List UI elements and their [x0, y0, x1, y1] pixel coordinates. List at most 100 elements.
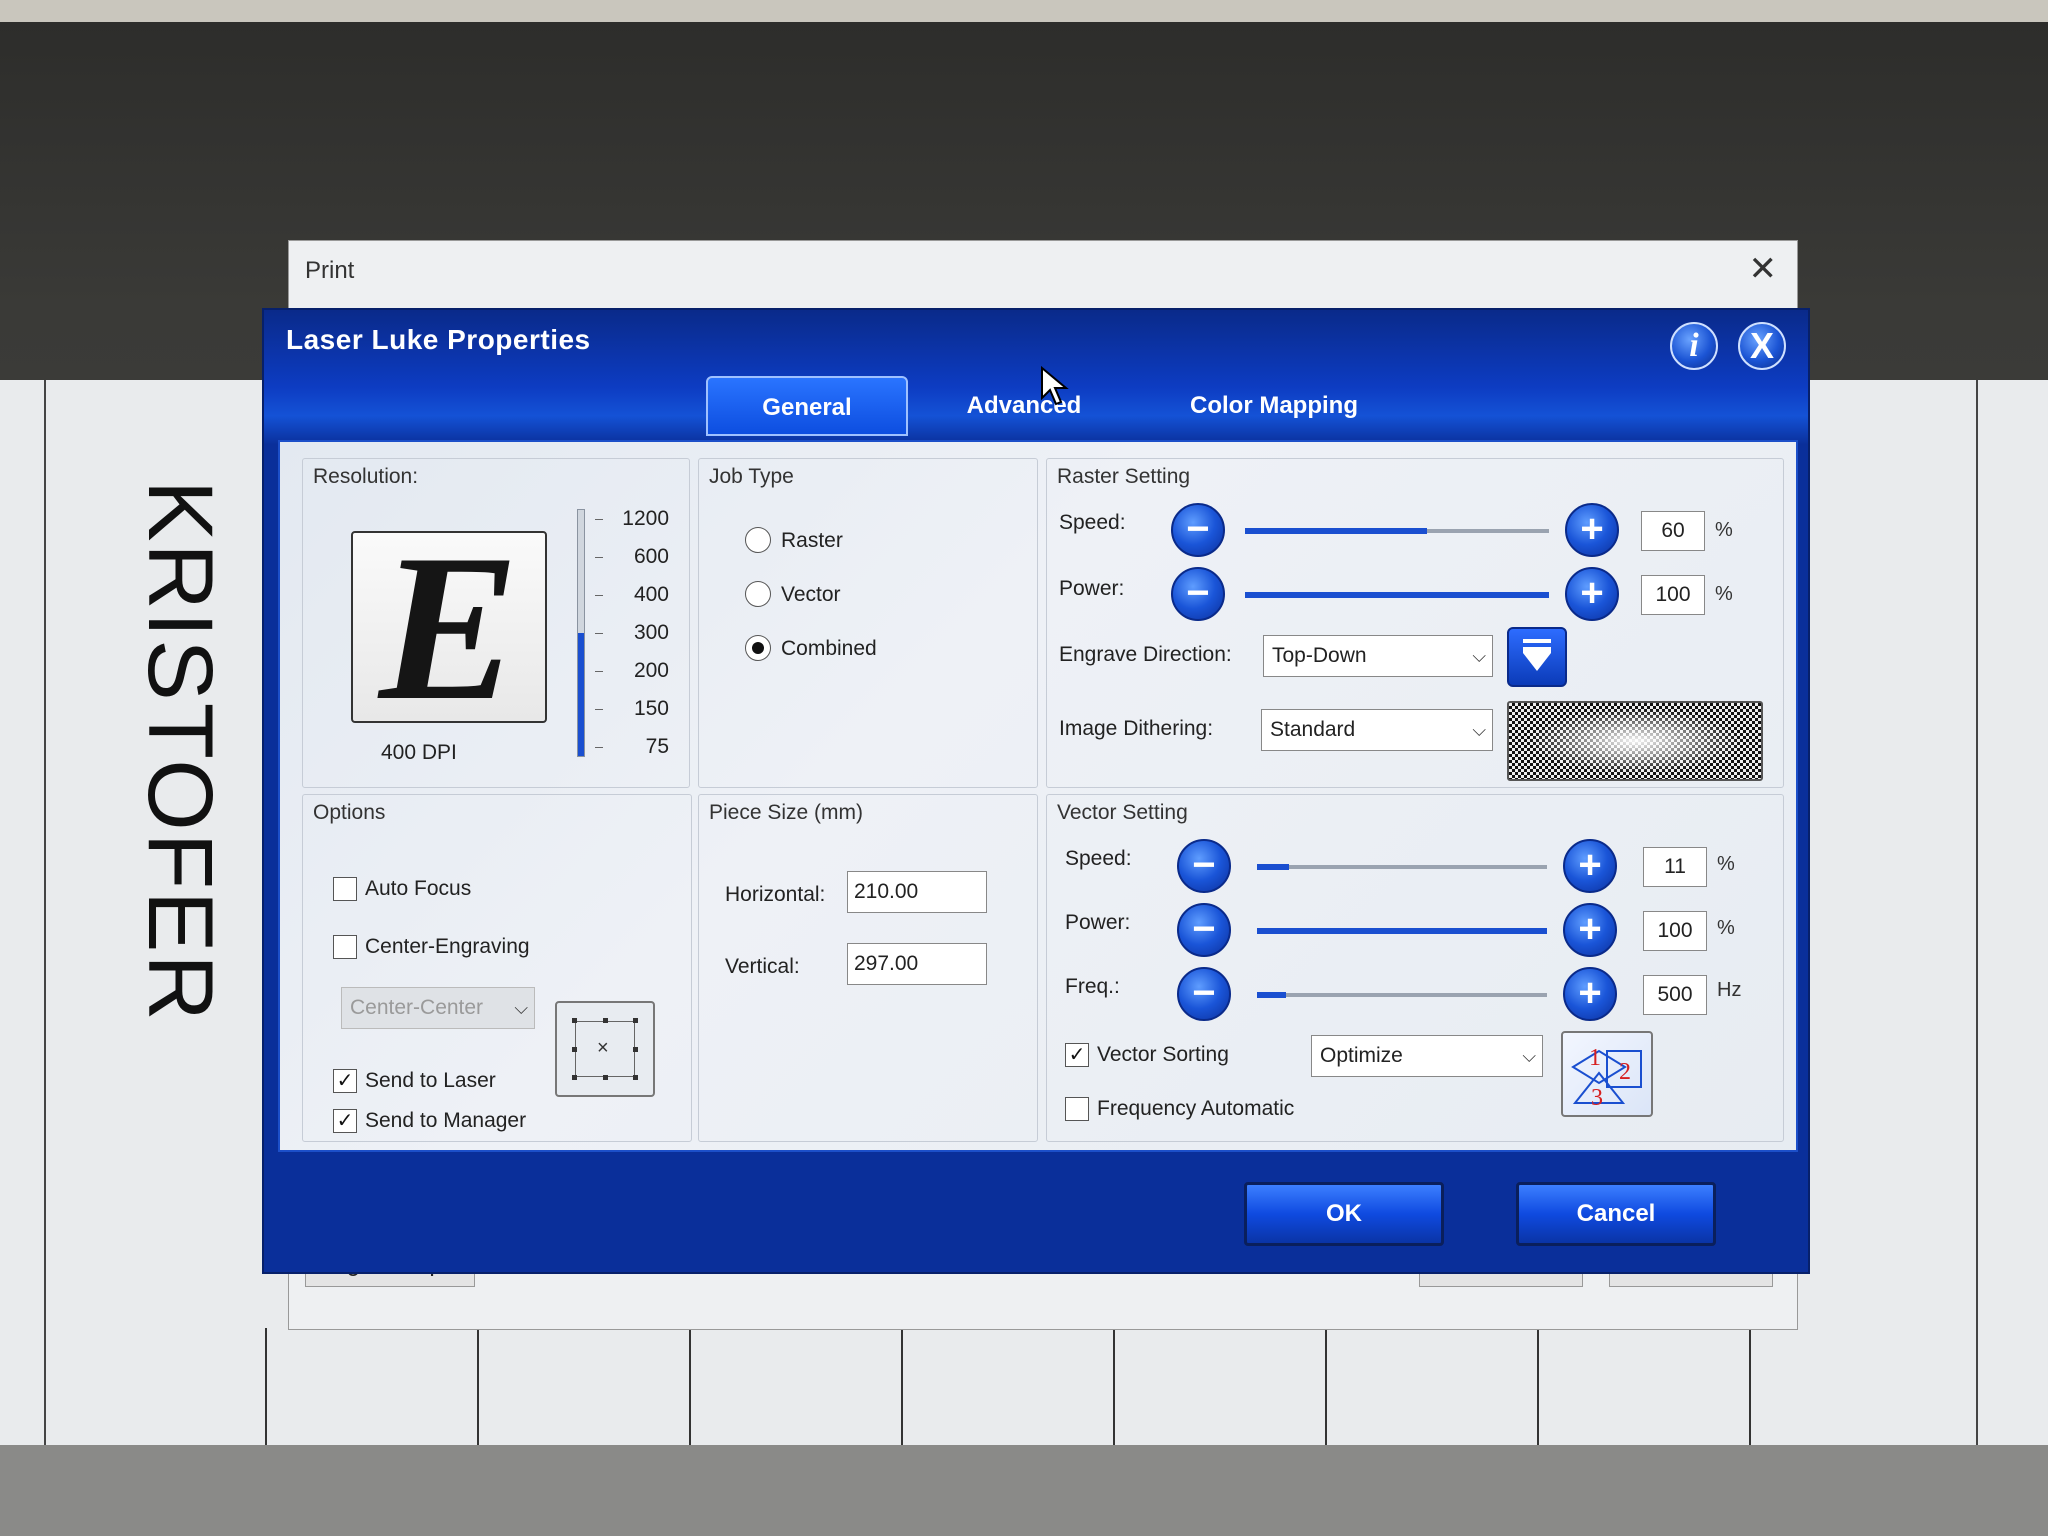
engraving-position-icon: ×	[555, 1001, 655, 1097]
combined-radio[interactable]	[745, 635, 771, 661]
raster-power-unit: %	[1715, 583, 1733, 605]
raster-setting-group: Raster Setting Speed: − + 60 % Power: − …	[1046, 458, 1784, 788]
vector-freq-unit: Hz	[1717, 979, 1742, 1001]
info-icon[interactable]: i	[1670, 322, 1718, 370]
vector-freq-minus-button[interactable]: −	[1177, 967, 1231, 1021]
vector-power-label: Power:	[1065, 911, 1131, 934]
raster-speed-plus-button[interactable]: +	[1565, 503, 1619, 557]
raster-power-slider[interactable]	[1245, 592, 1549, 598]
desktop-top-strip	[0, 0, 2048, 22]
tab-color-mapping[interactable]: Color Mapping	[1144, 376, 1404, 436]
vertical-size-input[interactable]: 297.00	[847, 943, 987, 985]
vector-speed-minus-button[interactable]: −	[1177, 839, 1231, 893]
raster-speed-input[interactable]: 60	[1641, 511, 1705, 551]
vector-power-unit: %	[1717, 917, 1735, 939]
tab-general[interactable]: General	[706, 376, 908, 436]
frequency-automatic-label: Frequency Automatic	[1097, 1097, 1295, 1120]
piece-size-group: Piece Size (mm) Horizontal: 210.00 Verti…	[698, 794, 1038, 1142]
vector-radio-label: Vector	[781, 583, 841, 606]
close-icon[interactable]: X	[1738, 322, 1786, 370]
tab-advanced[interactable]: Advanced	[924, 376, 1124, 436]
vector-power-plus-button[interactable]: +	[1563, 903, 1617, 957]
vector-sorting-checkbox[interactable]: ✓	[1065, 1043, 1089, 1067]
engrave-direction-label: Engrave Direction:	[1059, 643, 1232, 666]
horizontal-size-input[interactable]: 210.00	[847, 871, 987, 913]
vector-sorting-dropdown[interactable]: Optimize ⌵	[1311, 1035, 1543, 1077]
send-to-laser-checkbox[interactable]: ✓	[333, 1069, 357, 1093]
auto-focus-checkbox[interactable]	[333, 877, 357, 901]
chevron-down-icon: ⌵	[1472, 720, 1486, 740]
engrave-direction-value: Top-Down	[1272, 644, 1367, 667]
page-border-line	[44, 380, 46, 1450]
raster-speed-minus-button[interactable]: −	[1171, 503, 1225, 557]
vector-freq-plus-button[interactable]: +	[1563, 967, 1617, 1021]
print-dialog-close-icon[interactable]: ✕	[1749, 249, 1778, 289]
vector-speed-plus-button[interactable]: +	[1563, 839, 1617, 893]
print-dialog-title: Print	[305, 257, 355, 284]
raster-setting-label: Raster Setting	[1057, 465, 1191, 488]
piece-size-label: Piece Size (mm)	[709, 801, 864, 824]
raster-radio[interactable]	[745, 527, 771, 553]
vector-freq-input[interactable]: 500	[1643, 975, 1707, 1015]
frequency-automatic-checkbox[interactable]	[1065, 1097, 1089, 1121]
resolution-level: 600	[633, 545, 669, 568]
raster-power-label: Power:	[1059, 577, 1125, 600]
background-table-cells	[265, 1328, 1785, 1448]
image-dithering-dropdown[interactable]: Standard ⌵	[1261, 709, 1493, 751]
mouse-cursor-icon	[1040, 365, 1070, 413]
resolution-level: 400	[633, 583, 669, 606]
center-engraving-label: Center-Engraving	[365, 935, 530, 958]
sort-number-1: 1	[1589, 1045, 1601, 1071]
engrave-direction-dropdown[interactable]: Top-Down ⌵	[1263, 635, 1493, 677]
raster-speed-slider[interactable]	[1245, 528, 1549, 534]
vector-speed-slider[interactable]	[1257, 864, 1547, 870]
image-dithering-value: Standard	[1270, 718, 1356, 741]
resolution-label: Resolution:	[313, 465, 419, 488]
send-to-laser-label: Send to Laser	[365, 1069, 496, 1092]
general-panel: Resolution: E 400 DPI 1200 600 400 300 2…	[278, 440, 1798, 1152]
vertical-label: Vertical:	[725, 955, 800, 978]
cancel-button[interactable]: Cancel	[1516, 1182, 1716, 1246]
dialog-title: Laser Luke Properties	[286, 324, 591, 355]
center-position-dropdown[interactable]: Center-Center ⌵	[341, 987, 535, 1029]
resolution-logo-icon: E	[351, 523, 547, 733]
desktop-bottom	[0, 1445, 2048, 1536]
resolution-slider[interactable]	[577, 509, 585, 757]
job-type-label: Job Type	[709, 465, 794, 488]
vector-power-input[interactable]: 100	[1643, 911, 1707, 951]
engrave-direction-arrow-icon[interactable]	[1507, 627, 1567, 687]
resolution-level: 200	[633, 659, 669, 682]
resolution-level: 150	[633, 697, 669, 720]
vector-sorting-label: Vector Sorting	[1097, 1043, 1229, 1066]
ok-button[interactable]: OK	[1244, 1182, 1444, 1246]
chevron-down-icon: ⌵	[1522, 1046, 1536, 1066]
raster-power-input[interactable]: 100	[1641, 575, 1705, 615]
send-to-manager-checkbox[interactable]: ✓	[333, 1109, 357, 1133]
vector-power-slider[interactable]	[1257, 928, 1547, 934]
vector-speed-input[interactable]: 11	[1643, 847, 1707, 887]
raster-speed-label: Speed:	[1059, 511, 1126, 534]
sort-number-2: 2	[1619, 1059, 1631, 1085]
vector-power-minus-button[interactable]: −	[1177, 903, 1231, 957]
vector-setting-group: Vector Setting Speed: − + 11 % Power: − …	[1046, 794, 1784, 1142]
background-document-text: KRISTOFER	[129, 480, 231, 1023]
raster-power-plus-button[interactable]: +	[1565, 567, 1619, 621]
vector-sorting-value: Optimize	[1320, 1044, 1403, 1067]
vector-freq-label: Freq.:	[1065, 975, 1120, 998]
page-border-line	[1976, 380, 1978, 1450]
laser-properties-dialog: Laser Luke Properties i X General Advanc…	[262, 308, 1810, 1274]
resolution-level: 75	[645, 735, 669, 758]
image-dithering-label: Image Dithering:	[1059, 717, 1214, 740]
center-position-value: Center-Center	[350, 996, 484, 1019]
options-group: Options Auto Focus Center-Engraving Cent…	[302, 794, 692, 1142]
job-type-group: Job Type Raster Vector Combined	[698, 458, 1038, 788]
center-engraving-checkbox[interactable]	[333, 935, 357, 959]
vector-radio[interactable]	[745, 581, 771, 607]
combined-radio-label: Combined	[781, 637, 877, 660]
raster-power-minus-button[interactable]: −	[1171, 567, 1225, 621]
horizontal-label: Horizontal:	[725, 883, 826, 906]
vector-speed-unit: %	[1717, 853, 1735, 875]
dithering-preview-icon	[1507, 701, 1763, 781]
vector-freq-slider[interactable]	[1257, 992, 1547, 998]
resolution-group: Resolution: E 400 DPI 1200 600 400 300 2…	[302, 458, 690, 788]
